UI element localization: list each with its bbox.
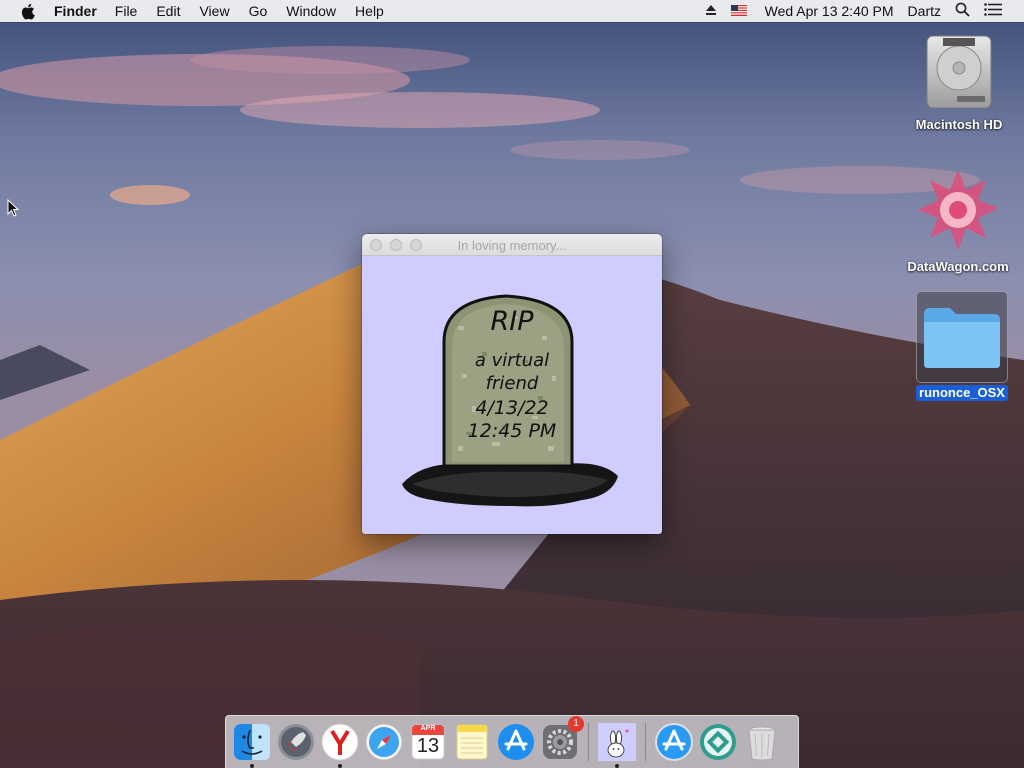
hard-drive-icon (919, 30, 999, 115)
dock-item-app-store[interactable] (496, 722, 536, 762)
desktop-icon-runonce-osx[interactable]: runonce_OSX (915, 291, 1009, 401)
trash-icon (748, 726, 776, 761)
calendar-day: 13 (416, 735, 440, 757)
apple-menu-icon[interactable] (20, 2, 38, 20)
menu-bar: Finder File Edit View Go Window Help Wed… (0, 0, 1024, 22)
dock-item-virtual-pet[interactable] (597, 722, 637, 768)
running-indicator (615, 764, 619, 768)
yandex-icon (321, 723, 359, 761)
desktop-icon-label: DataWagon.com (907, 259, 1009, 274)
tombstone-illustration (402, 294, 618, 507)
menubar-clock[interactable]: Wed Apr 13 2:40 PM (765, 3, 894, 19)
notification-center-icon[interactable] (984, 3, 1002, 19)
desktop-icon-label: runonce_OSX (916, 385, 1008, 401)
running-indicator (250, 764, 254, 768)
dock-item-finder[interactable] (232, 722, 272, 768)
dock-item-app-store-downloads[interactable] (654, 722, 694, 762)
desktop-icon-macintosh-hd[interactable]: Macintosh HD (905, 30, 1013, 133)
epitaph-heading: RIP (490, 306, 534, 337)
app-menu-finder[interactable]: Finder (54, 0, 97, 22)
desktop-icon-datawagon[interactable]: DataWagon.com (898, 168, 1018, 275)
calendar-month: APR (420, 725, 436, 732)
dock-item-notes[interactable] (452, 722, 492, 762)
diamond-app-icon (700, 724, 736, 760)
compass-icon (365, 723, 403, 761)
us-flag-input-source-icon[interactable] (730, 3, 747, 19)
window-title: In loving memory... (457, 238, 567, 253)
app-store-icon (655, 723, 693, 761)
notes-icon (456, 724, 488, 760)
app-store-icon (498, 724, 534, 760)
dock-item-system-preferences[interactable]: 1 (540, 716, 584, 762)
spotlight-search-icon[interactable] (955, 2, 970, 20)
epitaph-time: 12:45 PM (467, 420, 557, 442)
window-content: RIP a virtual friend 4/13/22 12:45 PM (362, 256, 662, 534)
desktop-icon-label: Macintosh HD (915, 117, 1003, 132)
dock-item-unknown-app[interactable] (698, 722, 738, 762)
dock-item-calendar[interactable]: APR 13 (408, 722, 448, 762)
menu-window[interactable]: Window (286, 0, 336, 22)
finder-icon (234, 724, 270, 760)
menu-file[interactable]: File (115, 0, 138, 22)
datawagon-logo-icon (916, 168, 1000, 257)
epitaph-line: friend (485, 373, 539, 394)
bunny-icon (598, 723, 636, 761)
eject-icon[interactable] (705, 3, 717, 19)
dock-separator (645, 723, 646, 761)
dock-separator (588, 723, 589, 761)
running-indicator (338, 764, 342, 768)
dock-item-safari[interactable] (364, 722, 404, 762)
menubar-user[interactable]: Dartz (908, 3, 941, 19)
window-titlebar[interactable]: In loving memory... (362, 234, 662, 256)
dock-item-yandex-browser[interactable] (320, 722, 360, 768)
epitaph-line: a virtual (474, 350, 550, 371)
menu-go[interactable]: Go (249, 0, 268, 22)
folder-icon (916, 291, 1008, 383)
notification-badge: 1 (568, 716, 584, 732)
menu-edit[interactable]: Edit (156, 0, 180, 22)
epitaph-date: 4/13/22 (475, 397, 549, 419)
mouse-cursor-icon (7, 198, 20, 222)
dock: APR 13 1 (225, 715, 799, 768)
rocket-icon (278, 724, 314, 760)
menu-view[interactable]: View (199, 0, 229, 22)
memorial-window: In loving memory... RIP a virtual friend… (362, 234, 662, 534)
dock-item-launchpad[interactable] (276, 722, 316, 762)
menu-help[interactable]: Help (355, 0, 384, 22)
dock-item-trash[interactable] (742, 722, 782, 762)
